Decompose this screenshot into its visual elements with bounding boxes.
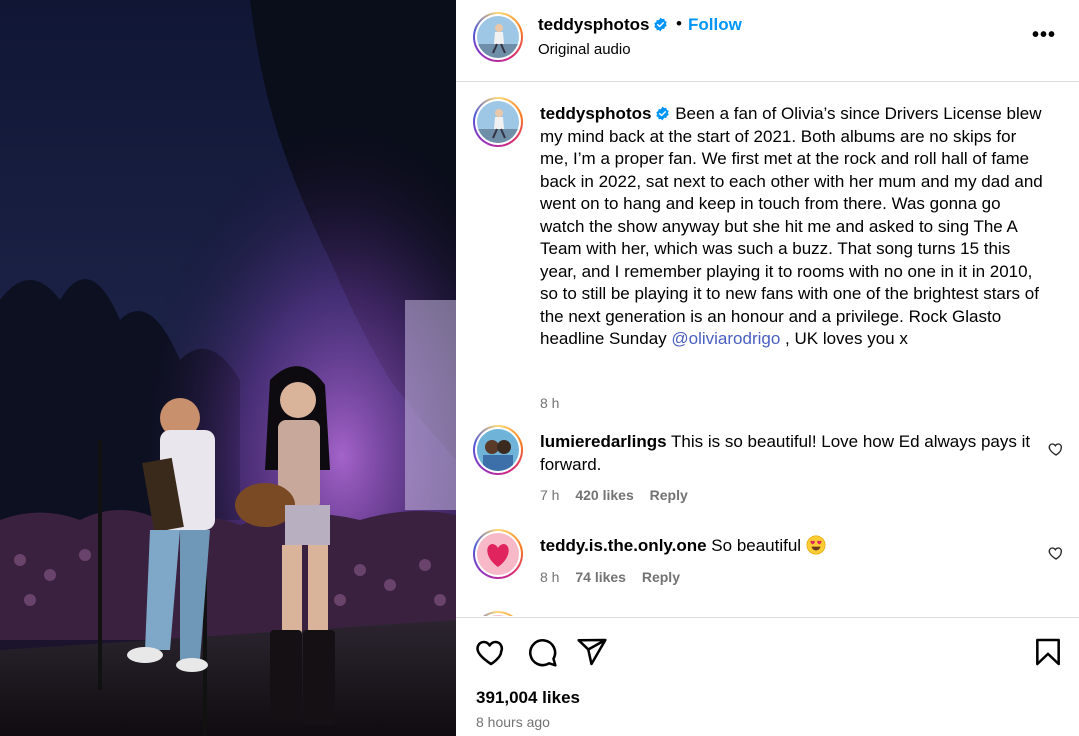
caption-age[interactable]: 8 h: [540, 395, 559, 411]
verified-badge-icon: [656, 106, 670, 121]
comment-meta: 8 h 74 likes Reply: [540, 569, 692, 585]
likes-count[interactable]: 391,004 likes: [476, 688, 580, 708]
comment-like-heart-icon[interactable]: [1048, 545, 1064, 561]
reply-button[interactable]: Reply: [650, 487, 688, 503]
paper-plane-icon[interactable]: [576, 636, 608, 668]
author-username-text[interactable]: teddysphotos: [538, 15, 649, 34]
caption-body-end: , UK loves you x: [780, 329, 908, 348]
bookmark-icon[interactable]: [1032, 636, 1064, 668]
avatar-image: [477, 533, 519, 575]
post-video[interactable]: [0, 0, 456, 736]
caption-username[interactable]: teddysphotos: [540, 104, 651, 123]
avatar-image: [477, 16, 519, 58]
caption-body: Been a fan of Olivia’s since Drivers Lic…: [540, 104, 1043, 348]
follow-button[interactable]: Follow: [688, 15, 742, 35]
post-panel: teddysphotos • Follow Original audio •••: [456, 0, 1079, 736]
comments-section[interactable]: teddysphotos Been a fan of Olivia’s sinc…: [456, 83, 1079, 616]
comment-age[interactable]: 8 h: [540, 569, 559, 585]
comment-age[interactable]: 7 h: [540, 487, 559, 503]
concert-photo: [0, 0, 456, 736]
commenter-username[interactable]: lumieredarlings: [540, 432, 667, 451]
caption-text: teddysphotos Been a fan of Olivia’s sinc…: [540, 103, 1045, 351]
post-header: teddysphotos • Follow Original audio •••: [456, 0, 1079, 82]
comment-meta: 7 h 420 likes Reply: [540, 487, 700, 503]
separator-dot: •: [676, 14, 682, 33]
more-options-button[interactable]: •••: [1032, 24, 1056, 47]
comment-likes[interactable]: 74 likes: [575, 569, 626, 585]
caption-avatar[interactable]: [473, 97, 523, 147]
commenter-avatar[interactable]: [473, 611, 523, 616]
mention-link[interactable]: @oliviarodrigo: [671, 329, 780, 348]
verified-badge-icon: [654, 17, 668, 32]
comment-icon[interactable]: [526, 636, 558, 668]
heart-eyes-emoji-icon: [806, 535, 826, 555]
audio-label[interactable]: Original audio: [538, 41, 631, 58]
post-actions: 391,004 likes 8 hours ago: [456, 617, 1079, 736]
caption-meta: 8 h: [540, 395, 571, 411]
avatar-image: [477, 101, 519, 143]
reply-button[interactable]: Reply: [642, 569, 680, 585]
commenter-avatar[interactable]: [473, 425, 523, 475]
heart-icon[interactable]: [475, 636, 507, 668]
author-username[interactable]: teddysphotos: [538, 15, 668, 35]
comment-text: lumieredarlings This is so beautiful! Lo…: [540, 431, 1045, 476]
commenter-username[interactable]: teddy.is.the.only.one: [540, 536, 707, 555]
comment-like-heart-icon[interactable]: [1048, 441, 1064, 457]
comment-text: teddy.is.the.only.one So beautiful: [540, 535, 1045, 558]
comment-body: So beautiful: [711, 536, 802, 555]
author-avatar[interactable]: [473, 12, 523, 62]
commenter-avatar[interactable]: [473, 529, 523, 579]
post-timestamp[interactable]: 8 hours ago: [476, 714, 550, 730]
comment-likes[interactable]: 420 likes: [575, 487, 633, 503]
avatar-image: [477, 429, 519, 471]
